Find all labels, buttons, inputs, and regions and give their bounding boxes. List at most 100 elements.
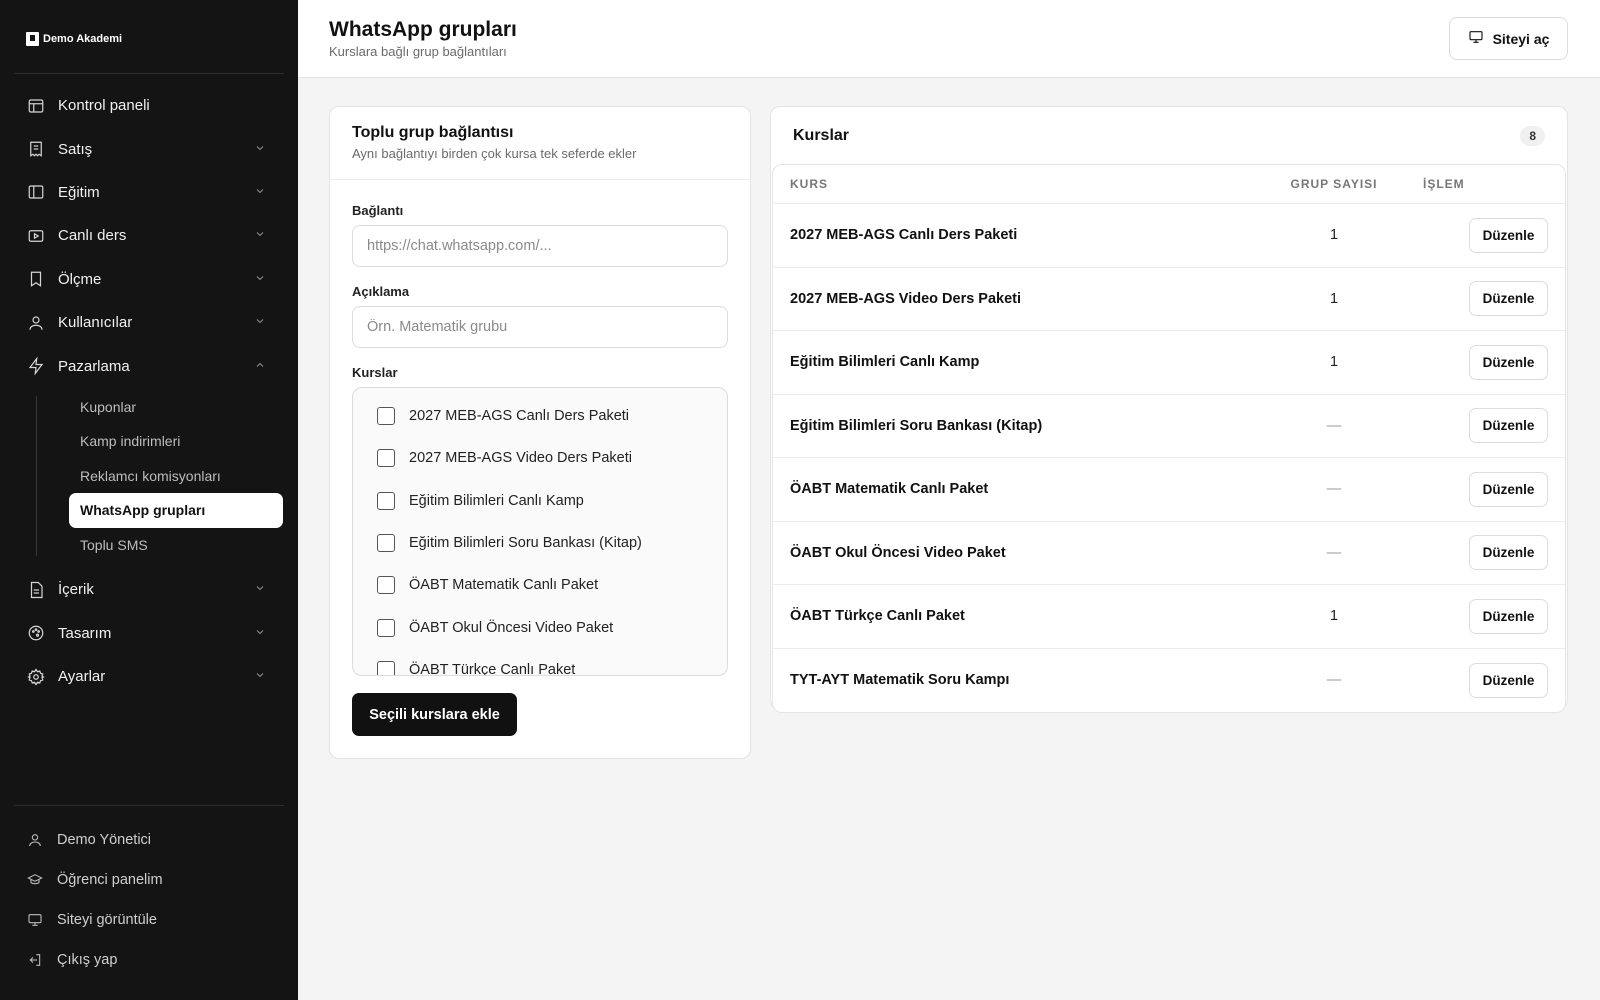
sidebar-item-live-class[interactable]: Canlı ders [14, 214, 284, 257]
checkbox[interactable] [377, 449, 395, 468]
table-row: ÖABT Okul Öncesi Video Paket — Düzenle [773, 522, 1565, 585]
book-icon [27, 183, 45, 201]
column-header-group-count: GRUP SAYISI [1290, 177, 1378, 191]
bulk-card-title: Toplu grup bağlantısı [352, 124, 514, 141]
sidebar-item-label: Tasarım [58, 624, 112, 642]
file-icon [27, 581, 45, 599]
sidebar-item-label: Kullanıcılar [58, 314, 133, 332]
logout-label: Çıkış yap [57, 952, 118, 968]
checkbox[interactable] [377, 534, 395, 553]
column-header-action: İŞLEM [1423, 177, 1465, 191]
sidebar-item-label: Ölçme [58, 270, 102, 288]
subnav-item-bulk-sms[interactable]: Toplu SMS [69, 528, 284, 563]
sidebar-item-dashboard[interactable]: Kontrol paneli [14, 84, 284, 127]
checkbox[interactable] [377, 491, 395, 510]
brand-name: Demo Akademi [43, 33, 123, 45]
sidebar-item-settings[interactable]: Ayarlar [14, 655, 284, 698]
page-header: WhatsApp grupları Kurslara bağlı grup ba… [298, 0, 1600, 78]
add-to-selected-courses-button[interactable]: Seçili kurslara ekle [352, 693, 517, 736]
chevron-down-icon [254, 668, 266, 685]
open-site-button[interactable]: Siteyi aç [1449, 17, 1568, 60]
chevron-down-icon [254, 581, 266, 598]
checkbox[interactable] [377, 660, 395, 675]
edit-button[interactable]: Düzenle [1469, 344, 1548, 380]
account-item[interactable]: Demo Yönetici [14, 820, 284, 860]
student-panel-item[interactable]: Öğrenci panelim [14, 860, 284, 900]
courses-card-header: Kurslar 8 [771, 107, 1567, 165]
sidebar-item-education[interactable]: Eğitim [14, 171, 284, 214]
edit-button[interactable]: Düzenle [1469, 408, 1548, 444]
course-option-label: ÖABT Matematik Canlı Paket [409, 577, 599, 594]
chevron-up-icon [254, 358, 266, 375]
bulk-card-subtitle: Aynı bağlantıyı birden çok kursa tek sef… [352, 146, 637, 161]
page-subtitle: Kurslara bağlı grup bağlantıları [329, 44, 507, 59]
gear-icon [27, 668, 45, 686]
course-option[interactable]: ÖABT Okul Öncesi Video Paket [353, 606, 727, 648]
course-option[interactable]: ÖABT Türkçe Canlı Paket [353, 649, 727, 675]
sidebar-item-label: Pazarlama [58, 357, 130, 375]
chevron-down-icon [254, 184, 266, 201]
course-checkbox-list[interactable]: 2027 MEB-AGS Canlı Ders Paketi 2027 MEB-… [352, 387, 728, 676]
course-name: ÖABT Matematik Canlı Paket [790, 481, 989, 498]
description-field-label: Açıklama [352, 284, 410, 299]
edit-button[interactable]: Düzenle [1469, 471, 1548, 507]
checkbox[interactable] [377, 407, 395, 426]
courses-field-label: Kurslar [352, 365, 398, 380]
checkbox[interactable] [377, 618, 395, 637]
group-count: 1 [1329, 608, 1339, 625]
logout-item[interactable]: Çıkış yap [14, 940, 284, 980]
group-count: 1 [1329, 354, 1339, 371]
course-option-label: Eğitim Bilimleri Soru Bankası (Kitap) [409, 535, 642, 552]
group-count: — [1326, 481, 1342, 498]
edit-button[interactable]: Düzenle [1469, 217, 1548, 253]
course-option[interactable]: Eğitim Bilimleri Canlı Kamp [353, 480, 727, 522]
sidebar-item-sales[interactable]: Satış [14, 127, 284, 170]
course-name: Eğitim Bilimleri Soru Bankası (Kitap) [790, 417, 1043, 434]
receipt-icon [27, 140, 45, 158]
subnav-item-whatsapp-groups[interactable]: WhatsApp grupları [69, 493, 283, 528]
table-row: 2027 MEB-AGS Canlı Ders Paketi 1 Düzenle [773, 204, 1565, 268]
table-row: 2027 MEB-AGS Video Ders Paketi 1 Düzenle [773, 268, 1565, 331]
table-header: KURS GRUP SAYISI İŞLEM [773, 165, 1565, 204]
course-option[interactable]: ÖABT Matematik Canlı Paket [353, 564, 727, 606]
divider [14, 73, 284, 74]
course-option[interactable]: Eğitim Bilimleri Soru Bankası (Kitap) [353, 522, 727, 564]
courses-card: Kurslar 8 KURS GRUP SAYISI İŞLEM 2027 ME… [770, 106, 1568, 713]
edit-button[interactable]: Düzenle [1469, 598, 1548, 634]
subnav-item-camp-discounts[interactable]: Kamp indirimleri [69, 424, 284, 459]
edit-button[interactable]: Düzenle [1469, 535, 1548, 571]
course-option-label: ÖABT Okul Öncesi Video Paket [409, 619, 614, 636]
course-name: TYT-AYT Matematik Soru Kampı [790, 672, 1010, 689]
subnav-item-coupons[interactable]: Kuponlar [69, 390, 284, 425]
layout-icon [27, 97, 45, 115]
description-input[interactable] [352, 306, 728, 348]
group-count: — [1326, 417, 1342, 434]
sidebar-item-label: Canlı ders [58, 227, 127, 245]
user-icon [27, 832, 43, 848]
sidebar-nav: Kontrol paneli Satış Eğitim Canlı ders Ö… [14, 84, 284, 698]
sidebar-item-design[interactable]: Tasarım [14, 612, 284, 655]
view-site-item[interactable]: Siteyi görüntüle [14, 900, 284, 940]
edit-button[interactable]: Düzenle [1469, 281, 1548, 317]
course-name: 2027 MEB-AGS Video Ders Paketi [790, 290, 1022, 307]
sidebar-item-marketing[interactable]: Pazarlama [14, 344, 284, 387]
sidebar-item-content[interactable]: İçerik [14, 568, 284, 611]
link-input[interactable] [352, 225, 728, 267]
sidebar-item-label: İçerik [58, 581, 94, 599]
brand-logo[interactable]: Demo Akademi [26, 32, 122, 46]
sidebar-item-assessment[interactable]: Ölçme [14, 258, 284, 301]
account-label: Demo Yönetici [57, 832, 152, 848]
group-count: — [1326, 672, 1342, 689]
course-option-label: Eğitim Bilimleri Canlı Kamp [409, 492, 584, 509]
checkbox[interactable] [377, 576, 395, 595]
course-option[interactable]: 2027 MEB-AGS Video Ders Paketi [353, 437, 727, 479]
chevron-down-icon [254, 314, 266, 331]
sidebar-item-users[interactable]: Kullanıcılar [14, 301, 284, 344]
group-count: — [1326, 544, 1342, 561]
course-option[interactable]: 2027 MEB-AGS Canlı Ders Paketi [353, 395, 727, 437]
subnav-item-affiliate-commissions[interactable]: Reklamcı komisyonları [69, 459, 284, 494]
bookmark-icon [27, 270, 45, 288]
course-name: ÖABT Okul Öncesi Video Paket [790, 544, 1006, 561]
edit-button[interactable]: Düzenle [1469, 662, 1548, 698]
marketing-subnav: Kuponlar Kamp indirimleri Reklamcı komis… [14, 390, 284, 563]
